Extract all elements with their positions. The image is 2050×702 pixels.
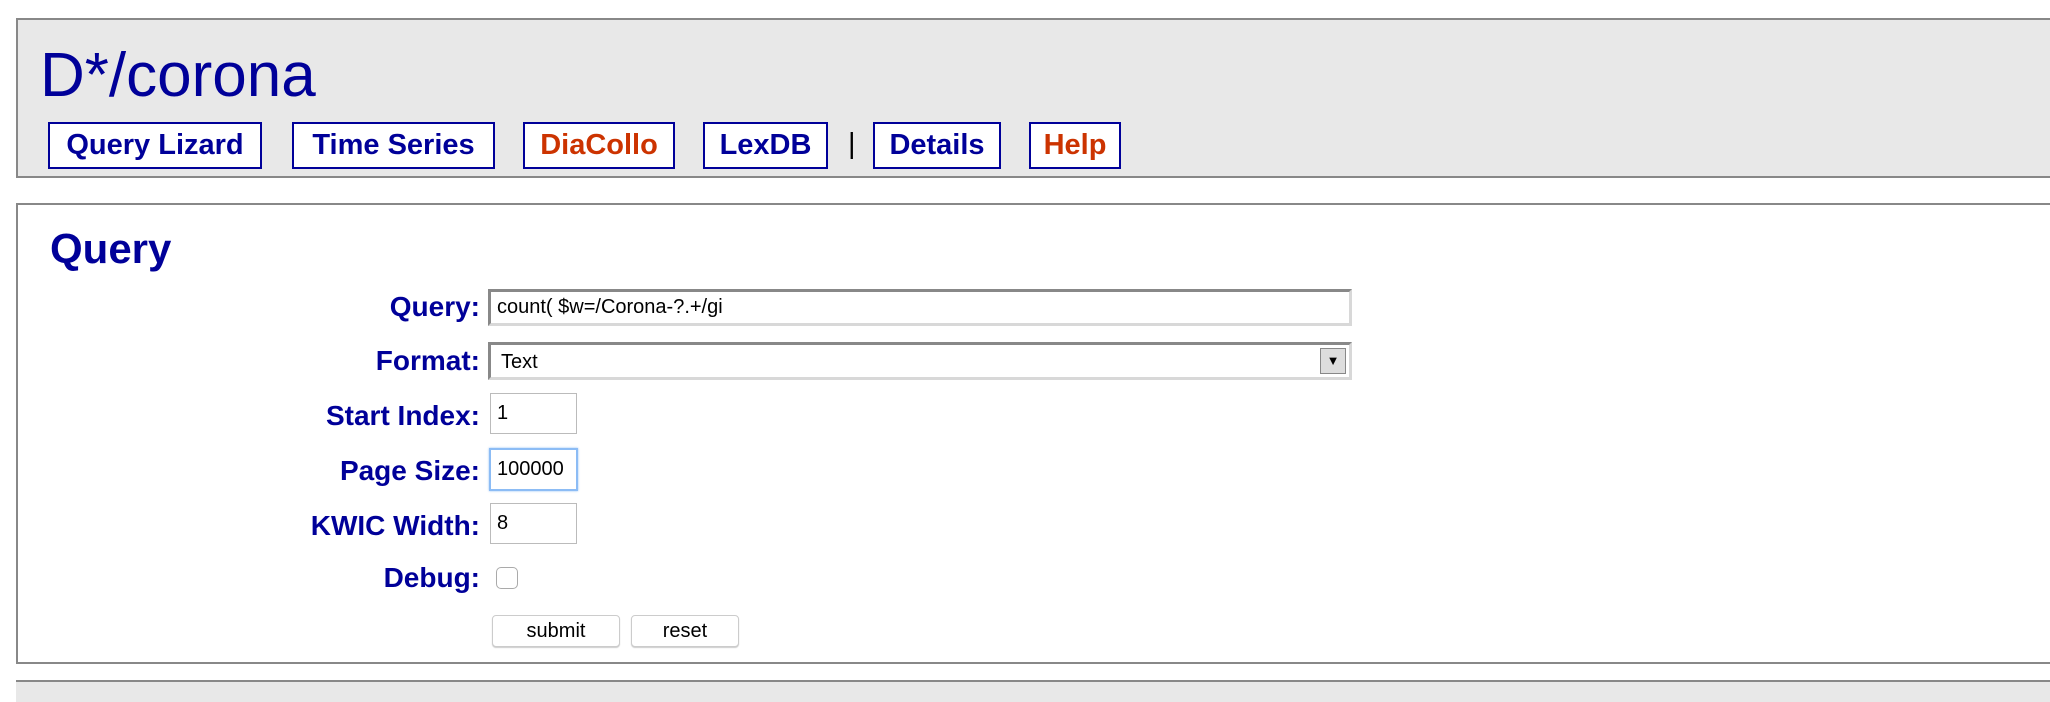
nav-diacollo[interactable]: DiaCollo [523,122,675,169]
nav-separator: | [848,128,856,160]
query-input[interactable] [488,289,1352,326]
start-index-label: Start Index: [325,400,480,431]
chevron-down-icon[interactable]: ▼ [1320,348,1346,374]
reset-button[interactable]: reset [631,615,739,647]
page-size-label: Page Size: [339,455,480,486]
nav-query-lizard[interactable]: Query Lizard [48,122,262,169]
format-label: Format: [375,345,480,376]
header: D*/corona Query Lizard Time Series DiaCo… [16,18,2050,178]
format-selected-value: Text [501,351,538,373]
start-index-input[interactable] [490,393,577,434]
results-panel [16,680,2050,702]
query-heading: Query [50,225,172,272]
app-title: D*/corona [40,41,316,110]
query-panel: Query Query: Format: Text ▼ Start Index:… [16,203,2050,664]
nav-lexdb[interactable]: LexDB [703,122,828,169]
nav-help[interactable]: Help [1029,122,1121,169]
nav-time-series[interactable]: Time Series [292,122,495,169]
format-select[interactable]: Text ▼ [488,342,1352,380]
query-label: Query: [389,291,480,322]
page-size-input[interactable] [489,448,578,491]
debug-checkbox[interactable] [496,567,518,589]
submit-button[interactable]: submit [492,615,620,647]
debug-label: Debug: [383,562,480,593]
kwic-width-input[interactable] [490,503,577,544]
kwic-width-label: KWIC Width: [310,510,480,541]
nav-details[interactable]: Details [873,122,1001,169]
